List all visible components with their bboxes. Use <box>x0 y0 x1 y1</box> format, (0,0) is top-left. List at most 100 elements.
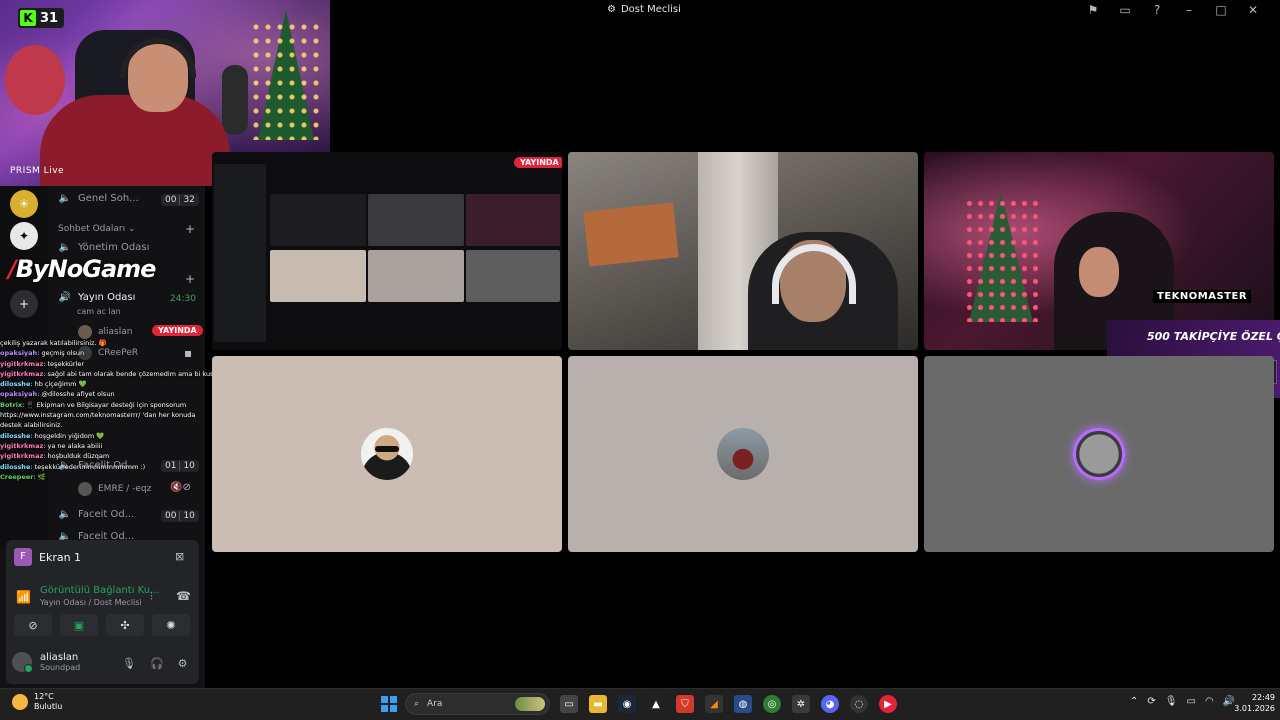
avatar <box>361 428 413 480</box>
bynogame-logo: /ByNoGame <box>8 255 156 283</box>
user-controls: 🎙 🎧 ⚙ <box>122 657 188 670</box>
settings-icon[interactable]: ✲ <box>792 695 810 713</box>
minimize-icon[interactable]: – <box>1182 3 1196 17</box>
mic-tray-icon[interactable]: 🎙 <box>1165 696 1178 707</box>
chat-line: çekiliş yazarak katılabilirsiniz. 🎁 <box>0 339 107 347</box>
start-button[interactable] <box>381 696 397 712</box>
mic-icon[interactable]: 🎙 <box>122 657 136 670</box>
search-icon: ⌕ <box>414 699 420 709</box>
poster <box>583 202 679 267</box>
weather-icon <box>12 694 28 710</box>
chat-line: yigitkrkmaz: ya ne alaka abiiii <box>0 442 103 451</box>
chat-line: opaksiyah: @dilosshe afiyet olsun <box>0 390 115 399</box>
video-tile-headset-user[interactable] <box>568 152 918 350</box>
close-icon[interactable]: ✕ <box>1246 3 1260 17</box>
noise-icon[interactable]: ⫶ <box>150 590 153 604</box>
server-icon-1[interactable]: ☀ <box>10 190 38 218</box>
channel-user-count: 00 32 <box>161 194 199 206</box>
add-channel-icon[interactable]: + <box>185 222 195 236</box>
screen-share-header: F Ekran 1 <box>14 548 81 566</box>
weather-widget[interactable]: 12°C Bulutlu <box>12 692 62 712</box>
window-title: ⚙ Dost Meclisi <box>607 4 681 15</box>
flag-icon[interactable]: ⚑ <box>1086 3 1100 17</box>
camera-off-button[interactable]: ⊘ <box>14 614 52 636</box>
disconnect-icon[interactable]: ☎ <box>176 589 191 603</box>
kick-logo-icon: K <box>20 10 36 26</box>
discord-icon[interactable]: ◕ <box>821 695 839 713</box>
taskbar-search[interactable]: ⌕ Ara <box>405 693 550 715</box>
file-explorer-icon[interactable]: ▬ <box>589 695 607 713</box>
connection-status[interactable]: Görüntülü Bağlantı Ku... <box>40 585 160 596</box>
add-channel-icon[interactable]: + <box>185 272 195 286</box>
settings-gear-icon[interactable]: ⚙ <box>178 657 188 670</box>
display-icon[interactable]: ▭ <box>1186 696 1195 707</box>
channel-yonetim[interactable]: 🔈 Yönetim Odası <box>58 242 150 253</box>
screen-share-button[interactable]: ▣ <box>60 614 98 636</box>
speaker-active-icon: 🔊 <box>58 292 72 303</box>
chat-line: Botrix: 📱 Ekipman ve Bilgisayar desteği … <box>0 400 196 430</box>
task-view-icon[interactable]: ▭ <box>560 695 578 713</box>
sync-icon[interactable]: ⟳ <box>1147 696 1155 707</box>
teddy-bear <box>5 45 65 115</box>
inbox-icon[interactable]: ▭ <box>1118 3 1132 17</box>
sponsor-tag: TEKNOMASTER <box>1153 290 1252 303</box>
ea-icon[interactable]: ▲ <box>647 695 665 713</box>
screen-share-tile[interactable]: YAYINDA <box>212 152 562 350</box>
stream-chat-overlay: çekiliş yazarak katılabilirsiniz. 🎁 opak… <box>0 338 212 498</box>
shield-icon[interactable]: ⛉ <box>676 695 694 713</box>
obs-icon[interactable]: ◌ <box>850 695 868 713</box>
chrome-icon[interactable]: ◎ <box>763 695 781 713</box>
category-header[interactable]: Sohbet Odaları ⌄ <box>58 224 136 234</box>
chat-line: Creepeer: 🌿 <box>0 472 46 481</box>
help-icon[interactable]: ? <box>1150 3 1164 17</box>
clock[interactable]: 22:49 3.01.2026 <box>1233 692 1275 714</box>
connection-channel[interactable]: Yayın Odası / Dost Meclisi <box>40 598 142 607</box>
channel-genel[interactable]: 🔈 Genel Soh... <box>58 193 139 204</box>
chevron-up-icon[interactable]: ⌃ <box>1130 696 1138 707</box>
kick-viewer-badge: K 31 <box>18 8 65 28</box>
taskbar-apps: ▭ ▬ ◉ ▲ ⛉ ◢ ◍ ◎ ✲ ◕ ◌ ▶ <box>560 695 897 713</box>
chat-line: dilosshe: hoşgeldin yiğidom 💚 <box>0 431 105 440</box>
screen-avatar: F <box>14 548 32 566</box>
youtube-icon[interactable]: ▶ <box>879 695 897 713</box>
stop-share-icon[interactable]: ⊠ <box>175 550 184 563</box>
video-tile-avatar-speaking[interactable] <box>924 356 1274 552</box>
discord-window: ⚙ Dost Meclisi ⚑ ▭ ? – □ ✕ ☀ ✦ + 🔈 Genel… <box>0 0 1280 720</box>
live-badge: YAYINDA <box>152 325 203 336</box>
window-controls: ⚑ ▭ ? – □ ✕ <box>1086 3 1260 17</box>
avatar <box>717 428 769 480</box>
voice-user-aliaslan[interactable]: aliaslan <box>78 325 132 339</box>
server-icon-2[interactable]: ✦ <box>10 222 38 250</box>
chat-line: dilosshe: teşekkür ederimmmmmmmmm :) <box>0 462 146 471</box>
channel-user-count: 00 10 <box>161 510 199 522</box>
channel-faceit-2[interactable]: 🔈 Faceit Od... <box>58 509 134 520</box>
chat-line: dilosshe: hb çiçeğimm 💚 <box>0 380 87 389</box>
chat-line: yigitkrkmaz: hoşbulduk düzqam <box>0 452 110 461</box>
video-tile-avatar-1[interactable] <box>212 356 562 552</box>
speaking-avatar <box>1073 428 1125 480</box>
video-tile-avatar-2[interactable] <box>568 356 918 552</box>
avatar <box>78 325 92 339</box>
voice-controls: ⊘ ▣ ✣ ✺ <box>14 614 190 636</box>
stream-timer: 24:30 <box>170 294 196 304</box>
channel-yayin[interactable]: 🔊 Yayın Odası <box>58 292 136 303</box>
maximize-icon[interactable]: □ <box>1214 3 1228 17</box>
activities-button[interactable]: ✣ <box>106 614 144 636</box>
avatar <box>12 652 33 673</box>
signal-icon: 📶 <box>16 590 31 604</box>
chat-line: opaksiyah: geçmiş olsun <box>0 349 85 358</box>
speaker-icon: 🔈 <box>58 509 72 520</box>
current-user[interactable]: aliaslan Soundpad <box>12 652 80 673</box>
globe-icon[interactable]: ◍ <box>734 695 752 713</box>
nvidia-icon[interactable]: ◢ <box>705 695 723 713</box>
guitar <box>222 65 248 135</box>
speaker-icon: 🔈 <box>58 193 72 204</box>
steam-icon[interactable]: ◉ <box>618 695 636 713</box>
wifi-icon[interactable]: ◠ <box>1205 696 1214 707</box>
server-icon: ⚙ <box>607 4 616 15</box>
live-badge: YAYINDA <box>514 157 562 168</box>
add-server-icon[interactable]: + <box>10 290 38 318</box>
soundboard-button[interactable]: ✺ <box>152 614 190 636</box>
headphones-icon[interactable]: 🎧 <box>150 657 164 670</box>
chat-line: yigitkrkmaz: teşekkürler <box>0 359 85 368</box>
